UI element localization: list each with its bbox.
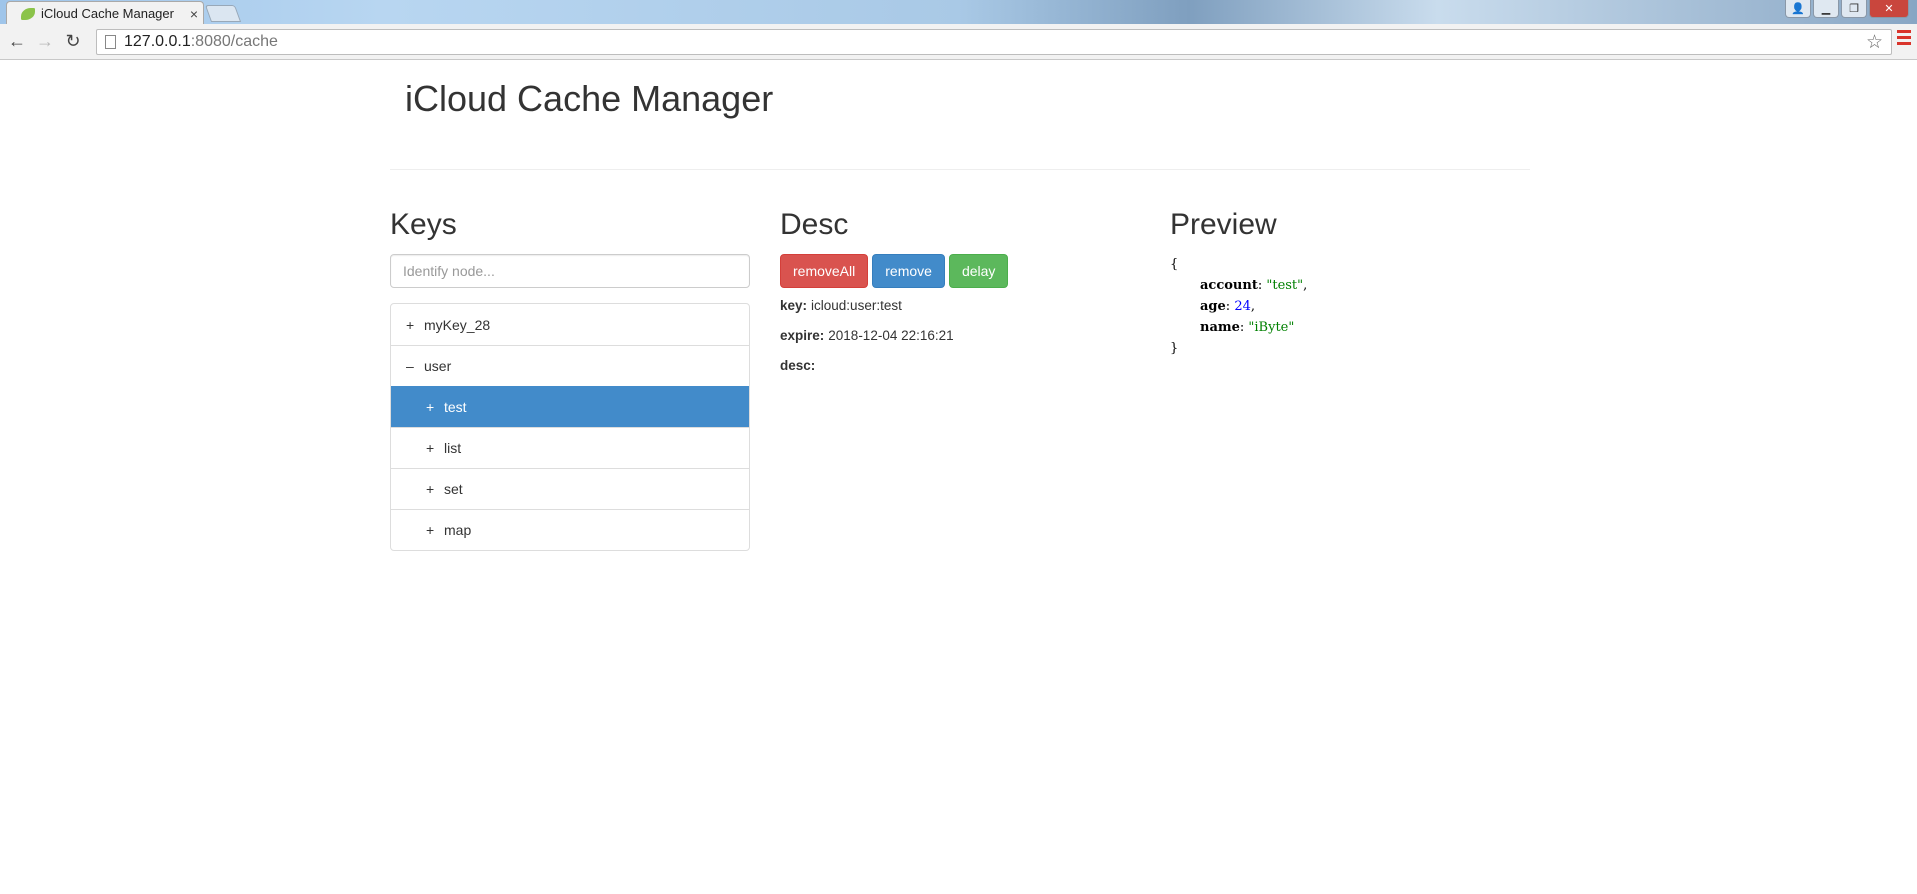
remove-all-button[interactable]: removeAll <box>780 254 869 288</box>
remove-button[interactable]: remove <box>872 254 945 288</box>
user-icon[interactable]: 👤 <box>1785 0 1811 18</box>
page-header: iCloud Cache Manager <box>390 60 1530 170</box>
expire-value: 2018-12-04 22:16:21 <box>828 328 954 343</box>
keys-panel: Keys +myKey_28–user+test+list+set+map <box>390 208 750 551</box>
restore-icon[interactable]: ❐ <box>1841 0 1867 18</box>
json-key: account <box>1200 278 1258 293</box>
tree-node-label: list <box>444 440 462 456</box>
hamburger-menu-icon[interactable] <box>1897 30 1911 48</box>
key-line: key: icloud:user:test <box>780 298 1140 318</box>
preview-panel: Preview { account: "test", age: 24, name: … <box>1170 208 1530 359</box>
desc-label: desc: <box>780 358 816 373</box>
expand-icon[interactable]: + <box>406 317 424 333</box>
tab-title: iCloud Cache Manager <box>41 6 174 21</box>
tree-node-user[interactable]: – user <box>391 345 749 386</box>
json-value: "test" <box>1266 278 1304 293</box>
json-close-brace: } <box>1170 341 1179 356</box>
window-titlebar: iCloud Cache Manager × 👤 ▁ ❐ ✕ <box>0 0 1917 25</box>
tree-node-label: user <box>424 358 452 374</box>
desc-heading: Desc <box>780 208 849 241</box>
collapse-icon[interactable]: – <box>406 358 424 374</box>
tree-node-test[interactable]: + test <box>391 386 749 427</box>
desc-line: desc: <box>780 358 1140 378</box>
preview-heading: Preview <box>1170 208 1277 241</box>
json-value: "iByte" <box>1248 320 1295 335</box>
back-icon[interactable]: ← <box>6 30 28 52</box>
expand-icon[interactable]: + <box>426 399 444 415</box>
expire-label: expire: <box>780 328 825 343</box>
minimize-icon[interactable]: ▁ <box>1813 0 1839 18</box>
delay-button[interactable]: delay <box>948 254 1009 288</box>
bookmark-star-icon[interactable]: ☆ <box>1866 31 1883 54</box>
expand-icon[interactable]: + <box>426 522 444 538</box>
leaf-icon <box>21 7 35 20</box>
key-tree: + myKey_28– user + test + list + set + map <box>390 303 750 551</box>
close-window-icon[interactable]: ✕ <box>1869 0 1909 18</box>
json-field: account: "test", <box>1200 278 1308 293</box>
page-content: iCloud Cache Manager Keys +myKey_28–user… <box>0 60 1917 894</box>
desc-panel: Desc removeAll remove delay key: icloud:u… <box>780 208 1140 378</box>
tree-node-label: map <box>444 522 472 538</box>
action-buttons: removeAll remove delay <box>780 254 1140 288</box>
expire-line: expire: 2018-12-04 22:16:21 <box>780 328 1140 348</box>
key-value: icloud:user:test <box>811 298 902 313</box>
tree-node-label: set <box>444 481 463 497</box>
json-open-brace: { <box>1170 257 1179 272</box>
json-value: 24 <box>1234 299 1251 314</box>
url-host: 127.0.0.1 <box>124 33 191 50</box>
tree-node-list[interactable]: + list <box>391 427 749 468</box>
tree-node-map[interactable]: + map <box>391 509 749 550</box>
reload-icon[interactable]: ↻ <box>62 30 84 52</box>
json-key: name <box>1200 320 1240 335</box>
window-controls: 👤 ▁ ❐ ✕ <box>1785 0 1909 18</box>
json-preview: { account: "test", age: 24, name: "iByte" … <box>1170 254 1530 359</box>
expand-icon[interactable]: + <box>426 481 444 497</box>
tree-node-mykey-28[interactable]: + myKey_28 <box>391 304 749 345</box>
new-tab-button[interactable] <box>204 5 242 22</box>
browser-tab[interactable]: iCloud Cache Manager × <box>6 1 204 25</box>
node-search-input[interactable] <box>390 254 750 288</box>
expand-icon[interactable]: + <box>426 440 444 456</box>
tree-node-set[interactable]: + set <box>391 468 749 509</box>
tree-node-label: test <box>444 399 467 415</box>
json-key: age <box>1200 299 1226 314</box>
keys-heading: Keys <box>390 208 457 241</box>
address-bar[interactable]: 127.0.0.1:8080/cache ☆ <box>96 29 1892 55</box>
browser-toolbar: ← → ↻ 127.0.0.1:8080/cache ☆ <box>0 24 1917 60</box>
tab-close-icon[interactable]: × <box>185 6 203 22</box>
forward-icon[interactable]: → <box>34 30 56 52</box>
json-field: age: 24, <box>1200 299 1255 314</box>
tree-node-label: myKey_28 <box>424 316 491 333</box>
page-icon <box>105 35 116 49</box>
url-path: :8080/cache <box>190 33 278 50</box>
key-label: key: <box>780 298 808 313</box>
main-container: iCloud Cache Manager Keys +myKey_28–user… <box>375 60 1545 551</box>
page-title: iCloud Cache Manager <box>405 78 774 119</box>
json-field: name: "iByte" <box>1200 320 1295 335</box>
